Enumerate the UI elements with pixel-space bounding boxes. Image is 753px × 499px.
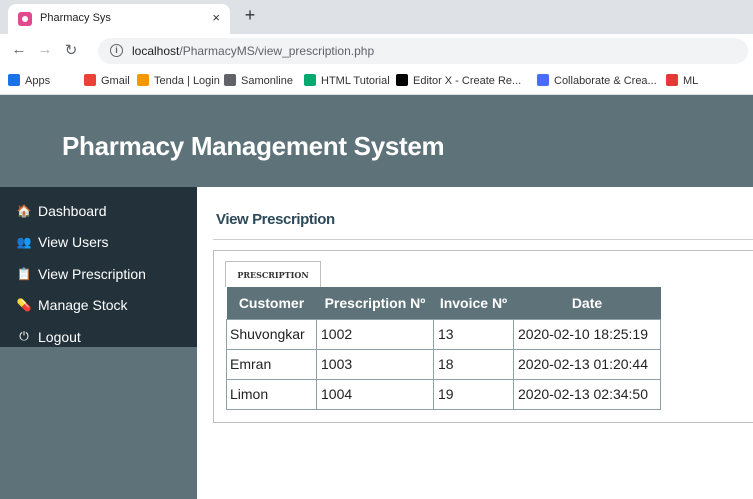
bookmark-label: Tenda | Login [154, 75, 220, 87]
table-cell: Emran [226, 348, 317, 380]
pharmacy-favicon-icon [18, 12, 32, 26]
back-arrow-icon[interactable]: ← [10, 41, 28, 58]
table-cell: 18 [433, 348, 514, 380]
sidebar-item-label: Manage Stock [38, 297, 128, 314]
app-header: Pharmacy Management System [0, 95, 753, 187]
column-header[interactable]: Date [513, 287, 661, 319]
tab-title: Pharmacy Sys [40, 12, 111, 24]
apps-grid-icon [8, 74, 20, 86]
table-row: Shuvongkar 1002 13 2020-02-10 18:25:19 [226, 318, 661, 350]
bookmark-item[interactable]: ML [666, 74, 698, 87]
url-path: /PharmacyMS/view_prescription.php [179, 44, 375, 58]
sidebar-item-label: View Prescription [38, 265, 146, 282]
sidebar-item-label: View Users [38, 234, 109, 251]
bookmark-item[interactable]: Editor X - Create Re... [396, 74, 521, 87]
bookmark-label: Gmail [101, 75, 130, 87]
table-cell: 19 [433, 378, 514, 410]
new-tab-button[interactable]: + [240, 6, 260, 26]
home-icon: 🏠 [16, 203, 32, 218]
page-title: View Prescription [216, 211, 335, 228]
collaborate-icon [537, 74, 549, 86]
url-host: localhost [132, 44, 180, 58]
table-cell: 1004 [316, 378, 434, 410]
sidebar-item-logout[interactable]: ⏻ Logout [0, 321, 197, 353]
users-icon: 👥 [16, 235, 32, 250]
bookmark-item[interactable]: Gmail [84, 74, 130, 87]
table-cell: 13 [433, 318, 514, 350]
table-cell: Shuvongkar [226, 318, 317, 350]
bookmark-label: Samonline [241, 75, 293, 87]
reload-icon[interactable]: ↻ [62, 41, 80, 59]
w3schools-icon [304, 74, 316, 86]
table-body: Shuvongkar 1002 13 2020-02-10 18:25:19 Emran… [226, 318, 661, 410]
bookmark-item[interactable]: Tenda | Login [137, 74, 220, 87]
close-tab-icon[interactable]: × [212, 10, 220, 25]
bookmark-label: HTML Tutorial [321, 75, 390, 87]
table-cell: 1002 [316, 318, 434, 350]
address-bar[interactable]: i localhost/PharmacyMS/view_prescription… [98, 38, 748, 64]
url-text: localhost/PharmacyMS/view_prescription.p… [132, 44, 374, 58]
sidebar-item-label: Logout [38, 328, 81, 345]
title-divider [213, 239, 753, 240]
sidebar-item-view-users[interactable]: 👥 View Users [0, 227, 197, 259]
bookmark-label: Apps [25, 75, 51, 87]
power-icon: ⏻ [19, 329, 29, 344]
bookmark-label: ML [683, 75, 699, 87]
column-header[interactable]: Invoice Nº [433, 287, 514, 319]
table-row: Emran 1003 18 2020-02-13 01:20:44 [226, 348, 661, 380]
table-cell: 2020-02-13 02:34:50 [513, 378, 661, 410]
app-brand: Pharmacy Management System [62, 131, 445, 161]
sidebar-item-manage-stock[interactable]: 💊 Manage Stock [0, 290, 197, 322]
table-cell: Limon [226, 378, 317, 410]
main-content: View Prescription PRESCRIPTION Customer P… [197, 187, 753, 499]
prescription-icon: 📋 [16, 266, 32, 281]
globe-icon [224, 74, 236, 86]
tenda-icon [137, 74, 149, 86]
browser-tab[interactable]: Pharmacy Sys × [8, 4, 230, 34]
table-header-row: Customer Prescription Nº Invoice Nº Date [226, 287, 661, 319]
bookmark-item[interactable]: Apps [8, 74, 50, 87]
forward-arrow-icon[interactable]: → [36, 41, 54, 58]
bookmarks-bar: Apps Gmail Tenda | Login Samonline HTML Tuto… [0, 67, 753, 95]
bookmark-label: Collaborate & Crea... [554, 75, 657, 87]
table-cell: 1003 [316, 348, 434, 380]
sidebar-item-label: Dashboard [38, 202, 107, 219]
prescription-panel: PRESCRIPTION Customer Prescription Nº Invo… [213, 250, 753, 423]
bookmark-label: Editor X - Create Re... [413, 75, 522, 87]
ml-icon [666, 74, 678, 86]
gmail-icon [84, 74, 96, 86]
table-cell: 2020-02-13 01:20:44 [513, 348, 661, 380]
sidebar-item-view-prescription[interactable]: 📋 View Prescription [0, 258, 197, 290]
table-cell: 2020-02-10 18:25:19 [513, 318, 661, 350]
pills-icon: 💊 [16, 298, 32, 313]
sidebar-nav: 🏠 Dashboard 👥 View Users 📋 View Prescription 💊… [0, 187, 197, 347]
tab-prescription[interactable]: PRESCRIPTION [225, 261, 321, 287]
bookmark-item[interactable]: HTML Tutorial [304, 74, 390, 87]
browser-toolbar: ← → ↻ i localhost/PharmacyMS/view_prescr… [0, 34, 753, 67]
bookmark-item[interactable]: Collaborate & Crea... [537, 74, 657, 87]
browser-tabstrip: Pharmacy Sys × + [0, 0, 753, 34]
column-header[interactable]: Customer [226, 287, 317, 319]
sidebar-item-dashboard[interactable]: 🏠 Dashboard [0, 195, 197, 227]
editorx-icon [396, 74, 408, 86]
bookmark-item[interactable]: Samonline [224, 74, 293, 87]
column-header[interactable]: Prescription Nº [316, 287, 434, 319]
info-icon[interactable]: i [110, 44, 123, 57]
prescription-table: Customer Prescription Nº Invoice Nº Date Sh… [226, 287, 661, 410]
table-row: Limon 1004 19 2020-02-13 02:34:50 [226, 378, 661, 410]
sidebar: 🏠 Dashboard 👥 View Users 📋 View Prescription 💊… [0, 187, 197, 499]
